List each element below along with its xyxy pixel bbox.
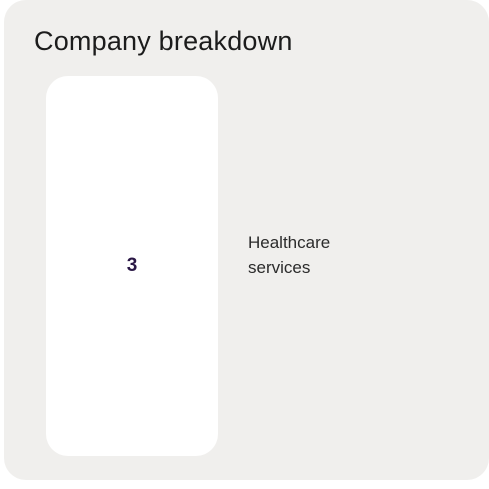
stat-tile: 3 — [46, 76, 218, 456]
stat-label-line-1: Healthcare — [248, 233, 331, 252]
company-breakdown-card: Company breakdown 3 Healthcare services — [4, 0, 489, 480]
card-title: Company breakdown — [34, 26, 293, 56]
stat-value: 3 — [126, 255, 138, 276]
stat-label-line-2: services — [248, 258, 311, 277]
stat-label: Healthcare services — [248, 230, 448, 280]
